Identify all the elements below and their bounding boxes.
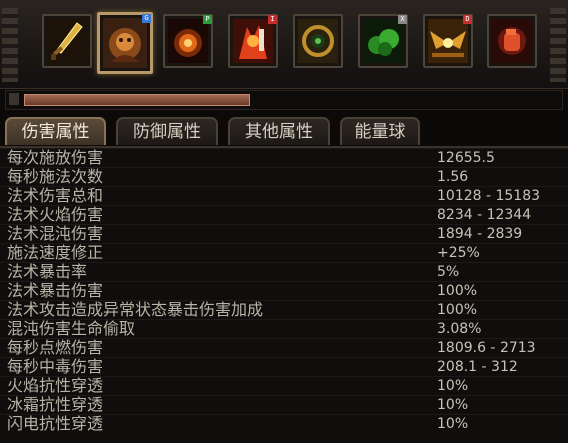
stat-row: 每秒施法次数 1.56: [0, 167, 568, 187]
hotkey-label: I: [268, 15, 277, 24]
skill-slot-5[interactable]: [293, 14, 343, 68]
stat-value: 1809.6 - 2713: [437, 340, 536, 356]
hotkey-label: G: [142, 14, 151, 23]
stat-row: 冰霜抗性穿透 10%: [0, 395, 568, 415]
tab-energy-orb[interactable]: 能量球: [340, 117, 420, 145]
stat-label: 每秒点燃伤害: [7, 338, 104, 357]
skill-slot-6[interactable]: X: [358, 14, 408, 68]
stat-label: 火焰抗性穿透: [7, 376, 104, 395]
stats-list: 每次施放伤害 12655.5 每秒施法次数 1.56 法术伤害总和 10128 - 1…: [0, 148, 568, 443]
hotkey-label: P: [203, 15, 212, 24]
stat-value: 208.1 - 312: [437, 359, 518, 375]
stat-label: 每次施放伤害: [7, 148, 104, 167]
stat-label: 每秒中毒伤害: [7, 357, 104, 376]
flame-skull-portrait-icon: [103, 18, 147, 68]
stat-value: 5%: [437, 264, 460, 280]
experience-bar-fill: [24, 94, 250, 106]
stat-value: 100%: [437, 283, 478, 299]
stat-value: 8234 - 12344: [437, 207, 532, 223]
skill-bar-left-ornament: [2, 8, 18, 82]
stat-row: 法术伤害总和 10128 - 15183: [0, 186, 568, 206]
fire-demon-icon: [233, 19, 273, 63]
stat-row: 法术攻击造成异常状态暴击伤害加成 100%: [0, 300, 568, 320]
experience-bar: [5, 90, 563, 110]
stat-row: 施法速度修正 +25%: [0, 243, 568, 263]
skill-slot-1[interactable]: [42, 14, 92, 68]
golden-wings-icon: [428, 19, 468, 63]
skill-slot-7[interactable]: D: [423, 14, 473, 68]
stat-label: 法术混沌伤害: [7, 224, 104, 243]
stat-label: 法术暴击伤害: [7, 281, 104, 300]
stat-value: 10%: [437, 378, 469, 394]
skill-bar: G P I X D: [0, 0, 568, 89]
stat-label: 法术暴击率: [7, 262, 88, 281]
rune-circle-icon: [298, 19, 338, 63]
golden-sword-icon: [47, 19, 87, 63]
stat-value: 10%: [437, 416, 469, 432]
stat-row: 法术混沌伤害 1894 - 2839: [0, 224, 568, 244]
stat-row: 每次施放伤害 12655.5: [0, 148, 568, 168]
skill-slot-3[interactable]: P: [163, 14, 213, 68]
stat-row: 火焰抗性穿透 10%: [0, 376, 568, 396]
stat-label: 闪电抗性穿透: [7, 414, 104, 433]
experience-bar-cap: [9, 93, 19, 105]
stat-row: 每秒点燃伤害 1809.6 - 2713: [0, 338, 568, 358]
red-fist-icon: [492, 19, 532, 63]
stat-label: 法术火焰伤害: [7, 205, 104, 224]
hotkey-label: D: [463, 15, 472, 24]
stat-label: 法术攻击造成异常状态暴击伤害加成: [7, 300, 264, 319]
green-poison-cloud-icon: [363, 19, 403, 63]
stat-value: 12655.5: [437, 150, 495, 166]
tab-defense-stats[interactable]: 防御属性: [116, 117, 218, 145]
stat-value: 10%: [437, 397, 469, 413]
hotkey-label: X: [398, 15, 407, 24]
stat-tabs: 伤害属性 防御属性 其他属性 能量球: [0, 114, 568, 148]
stat-value: 3.08%: [437, 321, 482, 337]
stat-label: 施法速度修正: [7, 243, 104, 262]
stat-row: 法术暴击伤害 100%: [0, 281, 568, 301]
stat-label: 混沌伤害生命偷取: [7, 319, 136, 338]
stat-row: 法术火焰伤害 8234 - 12344: [0, 205, 568, 225]
fire-burst-icon: [168, 19, 208, 63]
stat-value: +25%: [437, 245, 480, 261]
stat-value: 1894 - 2839: [437, 226, 523, 242]
tab-other-stats[interactable]: 其他属性: [228, 117, 330, 145]
skill-slot-4[interactable]: I: [228, 14, 278, 68]
stat-label: 每秒施法次数: [7, 167, 104, 186]
stat-row: 闪电抗性穿透 10%: [0, 414, 568, 434]
tab-damage-stats[interactable]: 伤害属性: [5, 117, 106, 145]
stat-row: 每秒中毒伤害 208.1 - 312: [0, 357, 568, 377]
stat-value: 100%: [437, 302, 478, 318]
stat-row: 混沌伤害生命偷取 3.08%: [0, 319, 568, 339]
skill-slot-8[interactable]: [487, 14, 537, 68]
stat-value: 10128 - 15183: [437, 188, 541, 204]
stat-label: 冰霜抗性穿透: [7, 395, 104, 414]
stat-value: 1.56: [437, 169, 469, 185]
skill-slot-2[interactable]: G: [97, 12, 153, 74]
stat-row: 法术暴击率 5%: [0, 262, 568, 282]
stat-label: 法术伤害总和: [7, 186, 104, 205]
skill-bar-right-ornament: [550, 8, 566, 82]
